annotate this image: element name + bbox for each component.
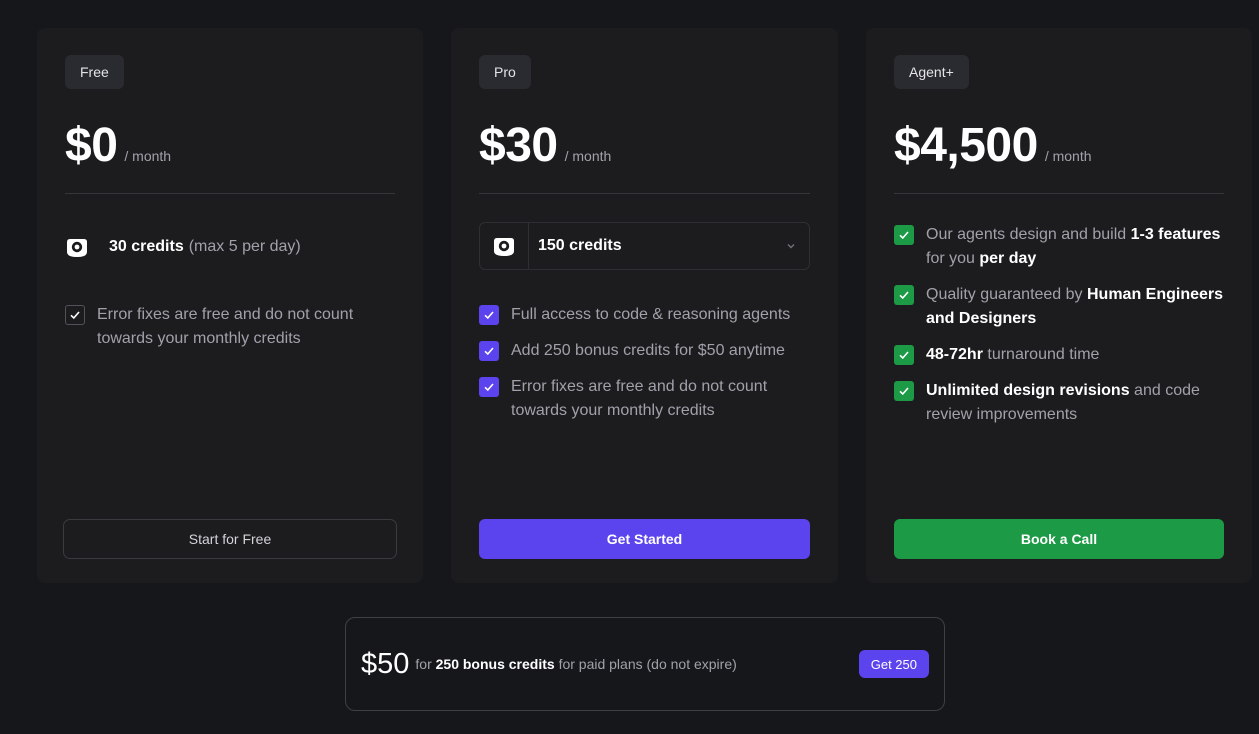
feature-text: Error fixes are free and do not count to… [97, 306, 354, 347]
divider [479, 193, 810, 194]
feature-text: Add 250 bonus credits for $50 anytime [511, 342, 785, 359]
check-icon [484, 311, 494, 320]
bonus-amount: $50 [361, 647, 410, 680]
feature-text: Quality guaranteed by Human Engineers an… [926, 283, 1224, 331]
bonus-credits-banner: $50 for 250 bonus credits for paid plans… [345, 617, 945, 711]
feature-text-part: Quality guaranteed by [926, 286, 1087, 303]
feature-text: Unlimited design revisions and code revi… [926, 379, 1224, 427]
feature-item: Error fixes are free and do not count to… [65, 303, 395, 351]
price-period: / month [1044, 148, 1092, 164]
check-icon [899, 291, 909, 300]
plan-price: $0 [65, 119, 118, 172]
feature-item: Add 250 bonus credits for $50 anytime [479, 339, 810, 363]
get-started-button[interactable]: Get Started [479, 519, 810, 559]
feature-list: Our agents design and build 1-3 features… [894, 223, 1224, 439]
feature-text: Full access to code & reasoning agents [511, 306, 791, 323]
plan-badge: Free [65, 55, 124, 89]
bonus-for: for [415, 656, 432, 672]
bonus-text: for 250 bonus credits for paid plans (do… [415, 656, 736, 672]
divider [65, 193, 395, 194]
feature-text-part: for you [926, 250, 980, 267]
feature-text-part: Our agents design and build [926, 226, 1131, 243]
plan-badge: Agent+ [894, 55, 969, 89]
check-icon [899, 231, 909, 240]
checkbox [894, 381, 914, 401]
checkbox [65, 305, 85, 325]
chevron-down-icon [787, 244, 795, 249]
feature-text-bold: per day [979, 250, 1037, 267]
bonus-credits: 250 bonus credits [435, 656, 555, 672]
check-icon [484, 347, 494, 356]
get-250-button[interactable]: Get 250 [858, 650, 929, 678]
credits-select[interactable]: 150 credits [479, 222, 810, 270]
plan-card-free: Free $0 / month 30 credits (max 5 per da… [37, 28, 423, 583]
credits-limit: (max 5 per day) [188, 238, 301, 255]
plan-card-pro: Pro $30 / month 150 credits Full access … [451, 28, 838, 583]
start-free-button[interactable]: Start for Free [63, 519, 397, 559]
plan-badge: Pro [479, 55, 531, 89]
camera-lens-icon [494, 238, 514, 256]
book-call-button[interactable]: Book a Call [894, 519, 1224, 559]
feature-text-bold: Unlimited design revisions [926, 382, 1130, 399]
credits-select-value: 150 credits [538, 237, 622, 254]
check-icon [899, 351, 909, 360]
credits-line: 30 credits (max 5 per day) [65, 235, 301, 259]
checkbox [479, 305, 499, 325]
check-icon [70, 311, 80, 320]
credits-amount: 30 credits [109, 238, 184, 255]
divider [894, 193, 1224, 194]
feature-text: 48-72hr turnaround time [926, 343, 1099, 367]
checkbox [479, 341, 499, 361]
feature-item: Error fixes are free and do not count to… [479, 375, 810, 423]
camera-lens-icon [67, 239, 87, 257]
plan-card-agent-plus: Agent+ $4,500 / month Our agents design … [866, 28, 1252, 583]
price-row: $0 / month [65, 118, 171, 173]
price-row: $30 / month [479, 118, 611, 173]
feature-text: Error fixes are free and do not count to… [511, 378, 768, 419]
bonus-suffix: for paid plans (do not expire) [558, 656, 737, 672]
feature-list: Full access to code & reasoning agents A… [479, 303, 810, 435]
checkbox [894, 285, 914, 305]
check-icon [899, 387, 909, 396]
checkbox [479, 377, 499, 397]
price-row: $4,500 / month [894, 118, 1092, 173]
price-period: / month [564, 148, 612, 164]
feature-item: Unlimited design revisions and code revi… [894, 379, 1224, 427]
feature-item: Our agents design and build 1-3 features… [894, 223, 1224, 271]
feature-list: Error fixes are free and do not count to… [65, 303, 395, 363]
feature-item: 48-72hr turnaround time [894, 343, 1224, 367]
feature-text-bold: 1-3 features [1130, 226, 1221, 243]
feature-text-part: turnaround time [982, 346, 1100, 363]
check-icon [484, 383, 494, 392]
plan-price: $4,500 [894, 119, 1038, 172]
feature-text-bold: 48-72hr [926, 346, 983, 363]
plan-price: $30 [479, 119, 558, 172]
select-icon-box [480, 223, 529, 269]
feature-item: Full access to code & reasoning agents [479, 303, 810, 327]
feature-text: Our agents design and build 1-3 features… [926, 223, 1224, 271]
checkbox [894, 225, 914, 245]
price-period: / month [124, 148, 172, 164]
feature-item: Quality guaranteed by Human Engineers an… [894, 283, 1224, 331]
checkbox [894, 345, 914, 365]
